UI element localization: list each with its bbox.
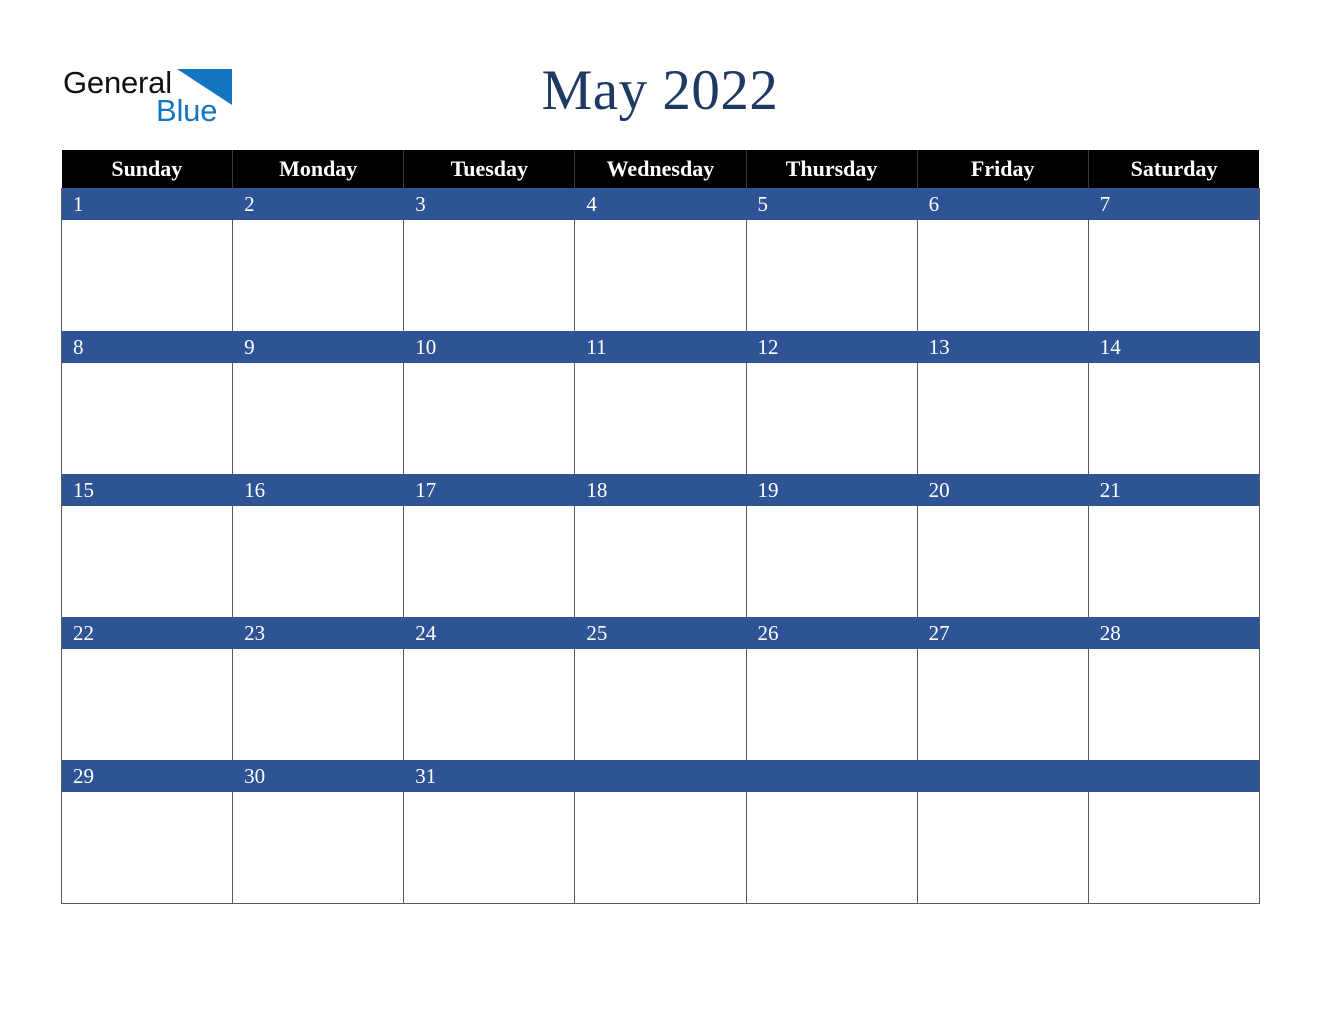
date-number[interactable]: 2 <box>232 188 405 220</box>
day-cell[interactable] <box>745 362 918 475</box>
day-cell[interactable] <box>403 505 576 618</box>
week-content-row <box>60 362 1260 475</box>
day-cell[interactable] <box>60 648 234 761</box>
date-number-empty <box>1087 760 1260 792</box>
weekday-header-monday: Monday <box>232 150 405 189</box>
day-cell[interactable] <box>574 505 747 618</box>
day-cell[interactable] <box>1087 505 1260 618</box>
day-cell[interactable] <box>916 219 1089 332</box>
date-number[interactable]: 24 <box>403 617 576 649</box>
date-number[interactable]: 27 <box>916 617 1089 649</box>
date-number[interactable]: 1 <box>60 188 234 220</box>
date-number[interactable]: 12 <box>745 331 918 363</box>
date-number[interactable]: 22 <box>60 617 234 649</box>
day-cell[interactable] <box>232 219 405 332</box>
date-number[interactable]: 30 <box>232 760 405 792</box>
day-cell[interactable] <box>232 791 405 904</box>
day-cell[interactable] <box>574 362 747 475</box>
weekday-header-sunday: Sunday <box>61 150 234 189</box>
date-number[interactable]: 4 <box>574 188 747 220</box>
day-cell[interactable] <box>1087 219 1260 332</box>
date-number[interactable]: 14 <box>1087 331 1260 363</box>
day-cell[interactable] <box>60 791 234 904</box>
week-content-row <box>60 505 1260 618</box>
date-number[interactable]: 17 <box>403 474 576 506</box>
date-number[interactable]: 7 <box>1087 188 1260 220</box>
date-number[interactable]: 6 <box>916 188 1089 220</box>
date-number-row: 15 16 17 18 19 20 21 <box>60 474 1260 506</box>
day-cell <box>574 791 747 904</box>
weekday-header-thursday: Thursday <box>746 150 918 189</box>
date-number[interactable]: 16 <box>232 474 405 506</box>
date-number-row: 22 23 24 25 26 27 28 <box>60 617 1260 649</box>
date-number[interactable]: 10 <box>403 331 576 363</box>
date-number-row: 1 2 3 4 5 6 7 <box>60 188 1260 220</box>
weekday-header-tuesday: Tuesday <box>403 150 576 189</box>
day-cell[interactable] <box>232 505 405 618</box>
weekday-header-wednesday: Wednesday <box>574 150 747 189</box>
date-number[interactable]: 31 <box>403 760 576 792</box>
date-number-empty <box>916 760 1089 792</box>
date-number[interactable]: 19 <box>745 474 918 506</box>
day-cell[interactable] <box>574 648 747 761</box>
date-number[interactable]: 25 <box>574 617 747 649</box>
day-cell[interactable] <box>745 648 918 761</box>
date-number[interactable]: 18 <box>574 474 747 506</box>
day-cell[interactable] <box>60 505 234 618</box>
day-cell[interactable] <box>745 505 918 618</box>
date-number-empty <box>574 760 747 792</box>
day-cell <box>1087 791 1260 904</box>
day-cell[interactable] <box>1087 648 1260 761</box>
date-number[interactable]: 20 <box>916 474 1089 506</box>
day-cell[interactable] <box>403 219 576 332</box>
calendar-grid: Sunday Monday Tuesday Wednesday Thursday… <box>60 150 1260 904</box>
day-cell[interactable] <box>403 362 576 475</box>
day-cell[interactable] <box>1087 362 1260 475</box>
day-cell[interactable] <box>403 791 576 904</box>
date-number[interactable]: 5 <box>745 188 918 220</box>
day-cell <box>916 791 1089 904</box>
day-cell[interactable] <box>916 648 1089 761</box>
day-cell <box>745 791 918 904</box>
calendar-table: Sunday Monday Tuesday Wednesday Thursday… <box>60 150 1260 904</box>
page-header: General Blue May 2022 <box>0 0 1320 150</box>
date-number[interactable]: 21 <box>1087 474 1260 506</box>
day-cell[interactable] <box>60 219 234 332</box>
day-cell[interactable] <box>916 362 1089 475</box>
week-content-row <box>60 219 1260 332</box>
date-number[interactable]: 13 <box>916 331 1089 363</box>
day-cell[interactable] <box>574 219 747 332</box>
day-cell[interactable] <box>745 219 918 332</box>
date-number[interactable]: 23 <box>232 617 405 649</box>
week-content-row <box>60 791 1260 904</box>
date-number[interactable]: 29 <box>60 760 234 792</box>
day-cell[interactable] <box>403 648 576 761</box>
week-content-row <box>60 648 1260 761</box>
date-number[interactable]: 11 <box>574 331 747 363</box>
date-number[interactable]: 3 <box>403 188 576 220</box>
date-number[interactable]: 15 <box>60 474 234 506</box>
page-title: May 2022 <box>541 59 779 122</box>
date-number[interactable]: 9 <box>232 331 405 363</box>
date-number[interactable]: 28 <box>1087 617 1260 649</box>
day-cell[interactable] <box>60 362 234 475</box>
date-number[interactable]: 26 <box>745 617 918 649</box>
weekday-header-saturday: Saturday <box>1088 150 1260 189</box>
day-cell[interactable] <box>916 505 1089 618</box>
date-number[interactable]: 8 <box>60 331 234 363</box>
weekday-header-friday: Friday <box>917 150 1089 189</box>
day-cell[interactable] <box>232 362 405 475</box>
weekday-header-row: Sunday Monday Tuesday Wednesday Thursday… <box>61 150 1260 189</box>
date-number-row: 29 30 31 <box>60 760 1260 792</box>
day-cell[interactable] <box>232 648 405 761</box>
calendar-page: General Blue May 2022 Sunday Monday Tues… <box>0 0 1320 1020</box>
date-number-row: 8 9 10 11 12 13 14 <box>60 331 1260 363</box>
date-number-empty <box>745 760 918 792</box>
